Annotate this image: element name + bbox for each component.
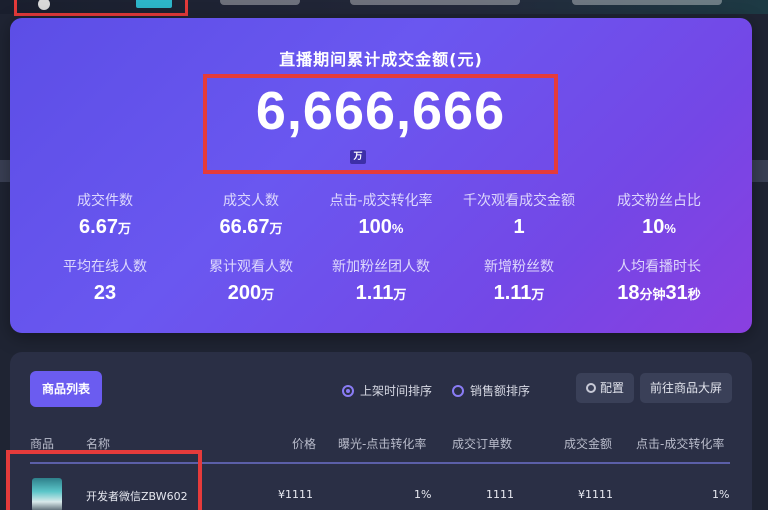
stat-items-sold: 成交件数 6.67万 — [30, 190, 180, 239]
config-button[interactable]: 配置 — [576, 373, 634, 403]
stat-label: 成交粉丝占比 — [617, 193, 701, 209]
column-header: 曝光-点击转化率 — [338, 437, 427, 451]
sort-option-label: 销售额排序 — [470, 384, 531, 398]
stat-fan-ratio: 成交粉丝占比 10% — [584, 190, 734, 239]
stat-label: 平均在线人数 — [63, 259, 147, 275]
stat-value: 100% — [358, 216, 404, 238]
product-amount: ¥1111 — [578, 488, 613, 501]
column-header: 点击-成交转化率 — [636, 437, 725, 451]
sort-by-sales[interactable]: 销售额排序 — [452, 382, 530, 399]
highlight-box-top — [14, 0, 188, 16]
stat-gpm: 千次观看成交金额 1 — [444, 190, 594, 239]
radio-checked-icon[interactable] — [342, 384, 354, 397]
stat-value: 1.11万 — [493, 282, 545, 304]
stat-label: 人均看播时长 — [617, 259, 701, 275]
hero-title: 直播期间累计成交金额(元) — [279, 50, 483, 69]
product-screen-button[interactable]: 前往商品大屏 — [640, 373, 732, 403]
product-list-button[interactable]: 商品列表 — [30, 371, 102, 407]
stat-value: 18分钟31秒 — [617, 282, 701, 304]
product-exposure-rate: 1% — [414, 488, 432, 501]
product-orders: 1111 — [486, 488, 514, 501]
stat-value: 1.11万 — [355, 282, 407, 304]
total-sales-amount: 6,666,666 — [255, 81, 506, 141]
product-price: ¥1111 — [278, 488, 313, 501]
stat-value: 23 — [93, 282, 117, 304]
stat-value: 200万 — [227, 282, 275, 304]
column-header: 价格 — [292, 437, 317, 451]
stat-label: 累计观看人数 — [209, 259, 293, 275]
config-label: 配置 — [599, 381, 624, 395]
stat-label: 新加粉丝团人数 — [332, 259, 430, 275]
product-name[interactable]: 开发者微信ZBW602 — [86, 488, 188, 504]
column-header: 成交订单数 — [452, 437, 513, 451]
stat-label: 千次观看成交金额 — [463, 193, 575, 209]
stat-new-fan-club: 新加粉丝团人数 1.11万 — [306, 256, 456, 305]
stat-buyers: 成交人数 66.67万 — [176, 190, 326, 239]
stat-label: 成交件数 — [77, 193, 133, 209]
stat-total-viewers: 累计观看人数 200万 — [176, 256, 326, 305]
amount-unit-badge: 万 — [350, 150, 366, 164]
sales-summary-card: 直播期间累计成交金额(元) 6,666,666 万 成交件数 6.67万 成交人… — [10, 18, 752, 333]
stat-label: 成交人数 — [223, 193, 279, 209]
column-header: 成交金额 — [564, 437, 613, 451]
stat-click-conversion: 点击-成交转化率 100% — [306, 190, 456, 239]
product-conversion: 1% — [712, 488, 730, 501]
stat-avg-watch-time: 人均看播时长 18分钟31秒 — [584, 256, 734, 305]
stat-label: 新增粉丝数 — [484, 259, 554, 275]
sort-option-label: 上架时间排序 — [360, 384, 433, 398]
gear-icon — [585, 383, 596, 393]
product-thumbnail[interactable] — [32, 478, 62, 510]
radio-unchecked-icon[interactable] — [452, 384, 464, 397]
stat-avg-online: 平均在线人数 23 — [30, 256, 180, 305]
top-bar-item[interactable] — [572, 0, 722, 5]
top-bar-item[interactable] — [220, 0, 300, 5]
stat-value: 1 — [513, 216, 525, 238]
stat-value: 10% — [642, 216, 676, 238]
product-list-panel: 商品列表 上架时间排序 销售额排序 配置 前往商品大屏 商品 名称 价格 曝光-… — [6, 352, 752, 510]
top-bar-item[interactable] — [350, 0, 520, 5]
stat-label: 点击-成交转化率 — [329, 193, 433, 209]
stat-value: 6.67万 — [79, 216, 131, 238]
stat-value: 66.67万 — [219, 216, 283, 238]
sort-by-listing-time[interactable]: 上架时间排序 — [342, 382, 432, 399]
stat-new-fans: 新增粉丝数 1.11万 — [444, 256, 594, 305]
